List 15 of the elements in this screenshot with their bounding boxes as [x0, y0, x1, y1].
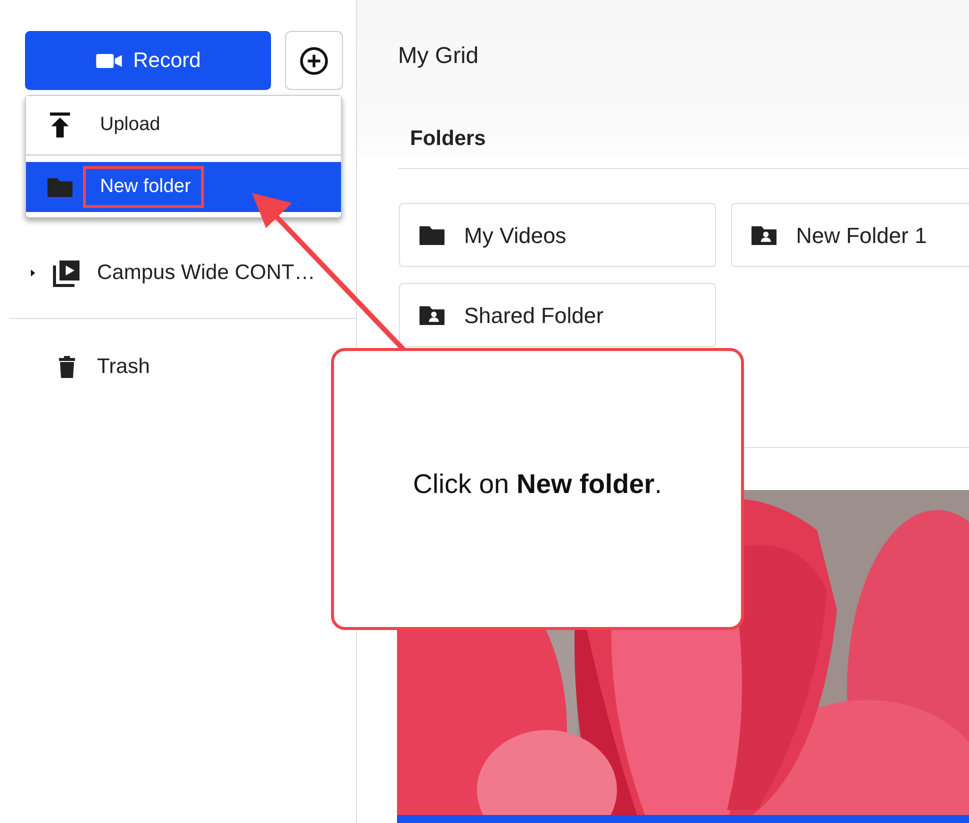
- plus-circle-icon: [299, 46, 329, 76]
- tree-item[interactable]: Campus Wide CONT…: [0, 250, 356, 296]
- add-button[interactable]: [285, 31, 343, 90]
- section-heading: Folders: [410, 126, 486, 152]
- trash-item[interactable]: Trash: [55, 342, 150, 392]
- menu-item[interactable]: New folder: [26, 162, 341, 212]
- playlist-icon: [52, 258, 82, 288]
- record-button[interactable]: Record: [25, 31, 271, 90]
- menu-item[interactable]: Upload: [26, 96, 341, 156]
- instruction-text: Click on New folder.: [412, 468, 662, 501]
- folder-card[interactable]: My Videos: [399, 203, 716, 267]
- folder-card[interactable]: Shared Folder: [399, 283, 716, 347]
- folder-card[interactable]: New Folder 1: [731, 203, 969, 267]
- page-title: My Grid: [398, 41, 478, 70]
- highlight-frame: New folder: [83, 166, 204, 208]
